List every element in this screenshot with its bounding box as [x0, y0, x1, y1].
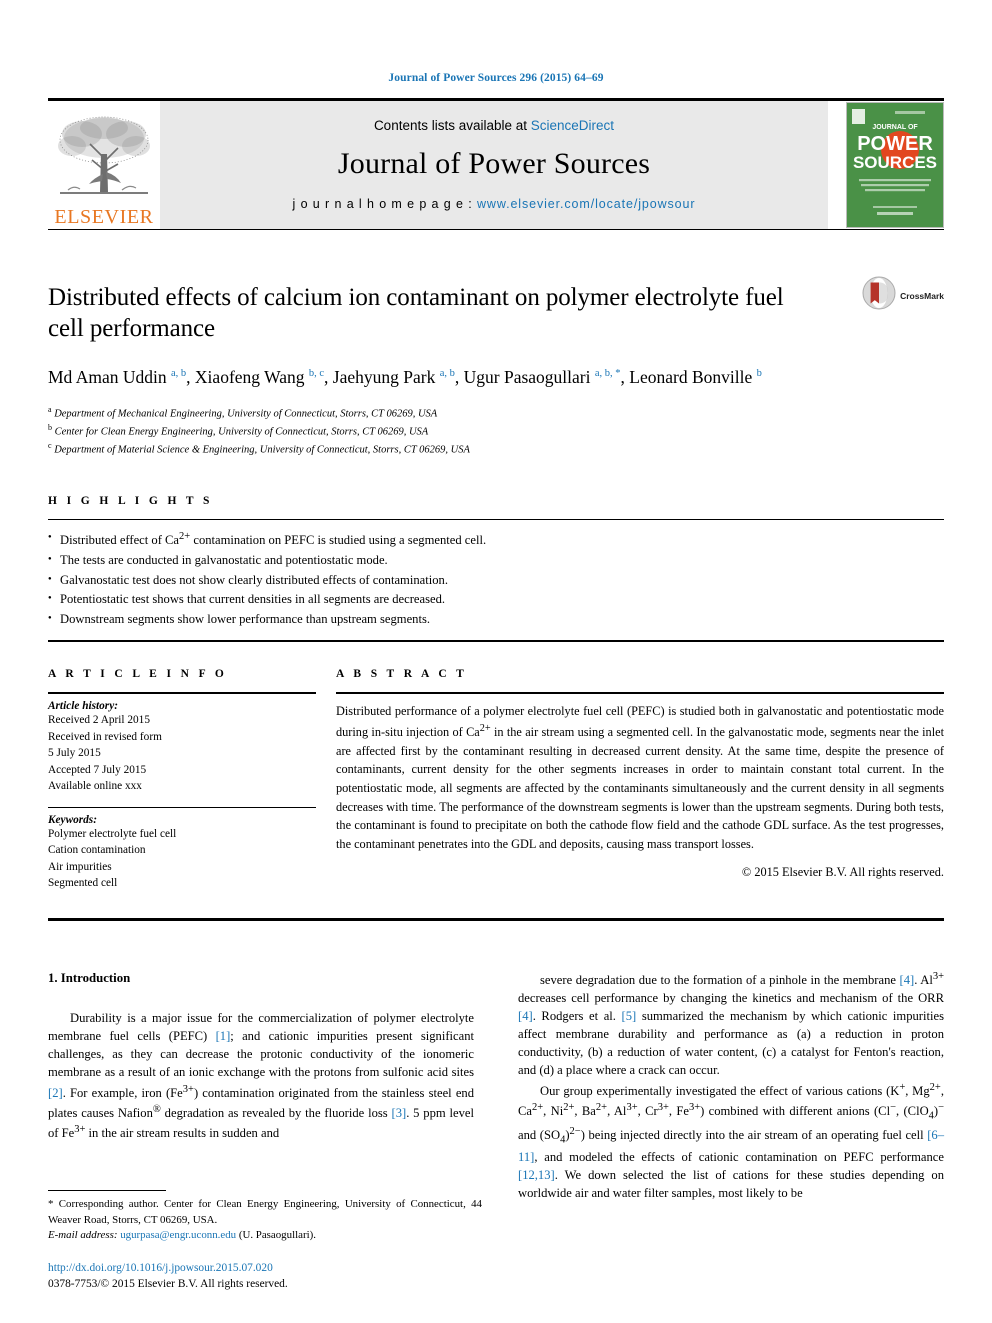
history-line: Received 2 April 2015 [48, 714, 150, 727]
homepage-label: j o u r n a l h o m e p a g e : [292, 196, 477, 211]
title-block: CrossMark Distributed effects of calcium… [48, 276, 944, 459]
issn-copyright-line: 0378-7753/© 2015 Elsevier B.V. All right… [48, 1278, 288, 1291]
masthead-bottom-rule [48, 229, 944, 230]
keyword-item: Segmented cell [48, 877, 118, 890]
journal-homepage-line: j o u r n a l h o m e p a g e : www.else… [293, 197, 696, 211]
elsevier-logo: ELSEVIER [48, 101, 160, 229]
highlights-list: Distributed effect of Ca2+ contamination… [48, 520, 944, 641]
article-history-lines: Received 2 April 2015 Received in revise… [48, 712, 316, 794]
doi-block: http://dx.doi.org/10.1016/j.jpowsour.201… [48, 1260, 482, 1293]
abstract-text: Distributed performance of a polymer ele… [336, 704, 944, 852]
corresponding-author-note: * Corresponding author. Center for Clean… [48, 1198, 482, 1226]
column-gap [316, 668, 336, 891]
keyword-item: Polymer electrolyte fuel cell [48, 827, 177, 840]
homepage-url[interactable]: www.elsevier.com/locate/jpowsour [477, 197, 695, 211]
crossmark-badge[interactable]: CrossMark [862, 276, 944, 315]
elsevier-wordmark: ELSEVIER [54, 206, 154, 228]
history-line: Accepted 7 July 2015 [48, 763, 147, 776]
list-item: Downstream segments show lower performan… [48, 610, 944, 630]
journal-cover-thumbnail: JOURNAL OF POWER SOURCES [846, 102, 944, 228]
journal-masthead: ELSEVIER Contents lists available at Sci… [48, 101, 944, 229]
contents-prefix: Contents lists available at [373, 117, 531, 133]
history-line: Available online xxx [48, 780, 142, 793]
paragraph: Durability is a major issue for the comm… [48, 1011, 474, 1141]
contents-line: Contents lists available at ScienceDirec… [374, 118, 614, 133]
affiliation-mark: b [48, 423, 52, 433]
affiliation-item: c Department of Material Science & Engin… [48, 440, 944, 458]
affiliation-text: Department of Mechanical Engineering, Un… [54, 408, 438, 420]
abstract-copyright: © 2015 Elsevier B.V. All rights reserved… [741, 864, 944, 879]
info-abstract-row: A R T I C L E I N F O Article history: R… [48, 668, 944, 891]
email-line[interactable]: E-mail address: ugurpasa@engr.uconn.edu … [48, 1228, 482, 1243]
affiliation-item: b Center for Clean Energy Engineering, U… [48, 422, 944, 440]
journal-title: Journal of Power Sources [337, 146, 651, 180]
author-list: Md Aman Uddin a, b, Xiaofeng Wang b, c, … [48, 366, 762, 387]
affiliation-mark: c [48, 441, 52, 451]
keywords-list: Polymer electrolyte fuel cell Cation con… [48, 826, 316, 892]
history-line: 5 July 2015 [48, 747, 101, 760]
highlights-section: H I G H L I G H T S Distributed effect o… [48, 495, 944, 643]
history-line: Received in revised form [48, 730, 162, 743]
highlights-bottom-rule [48, 640, 944, 643]
list-item: Potentiostatic test shows that current d… [48, 590, 944, 610]
doi-link[interactable]: http://dx.doi.org/10.1016/j.jpowsour.201… [48, 1260, 482, 1277]
sciencedirect-link[interactable]: ScienceDirect [531, 118, 614, 133]
article-info-divider [48, 806, 316, 808]
body-column-right: severe degradation due to the formation … [518, 969, 944, 1202]
abstract-section: A B S T R A C T Distributed performance … [336, 668, 944, 891]
running-head: Journal of Power Sources 296 (2015) 64–6… [388, 72, 604, 84]
footnote-area: * Corresponding author. Center for Clean… [48, 1190, 482, 1293]
footnote-rule [48, 1190, 166, 1192]
keyword-item: Cation contamination [48, 844, 146, 857]
article-info-rule [48, 692, 316, 695]
abstract-heading: A B S T R A C T [336, 668, 468, 681]
affiliation-list: a Department of Mechanical Engineering, … [48, 404, 944, 459]
abstract-rule [336, 692, 944, 695]
body-column-left: 1. Introduction Durability is a major is… [48, 969, 474, 1202]
abstract-bottom-rule [48, 917, 944, 921]
affiliation-mark: a [48, 404, 52, 414]
svg-text:SOURCES: SOURCES [853, 153, 937, 172]
svg-text:POWER: POWER [857, 133, 933, 155]
list-item: Galvanostatic test does not show clearly… [48, 571, 944, 591]
highlights-heading: H I G H L I G H T S [48, 494, 213, 507]
affiliation-text: Department of Material Science & Enginee… [54, 444, 470, 456]
crossmark-label: CrossMark [900, 290, 944, 301]
affiliation-text: Center for Clean Energy Engineering, Uni… [54, 426, 429, 438]
affiliation-item: a Department of Mechanical Engineering, … [48, 404, 944, 422]
list-item: The tests are conducted in galvanostatic… [48, 551, 944, 571]
article-info-section: A R T I C L E I N F O Article history: R… [48, 668, 316, 891]
section-heading-introduction: 1. Introduction [48, 970, 131, 985]
masthead-center: Contents lists available at ScienceDirec… [160, 101, 828, 229]
paragraph: severe degradation due to the formation … [518, 970, 944, 1078]
article-history-label: Article history: [48, 700, 118, 713]
keywords-label: Keywords: [48, 813, 97, 826]
keyword-item: Air impurities [48, 860, 112, 873]
article-info-heading: A R T I C L E I N F O [48, 668, 228, 681]
article-first-page: Journal of Power Sources 296 (2015) 64–6… [0, 0, 992, 1323]
body-columns: 1. Introduction Durability is a major is… [48, 969, 944, 1202]
crossmark-icon [862, 276, 896, 315]
page-title: Distributed effects of calcium ion conta… [48, 284, 784, 343]
elsevier-tree-icon [56, 114, 152, 206]
svg-text:JOURNAL OF: JOURNAL OF [872, 124, 918, 131]
paragraph: Our group experimentally investigated th… [518, 1081, 945, 1200]
list-item: Distributed effect of Ca2+ contamination… [48, 529, 944, 551]
